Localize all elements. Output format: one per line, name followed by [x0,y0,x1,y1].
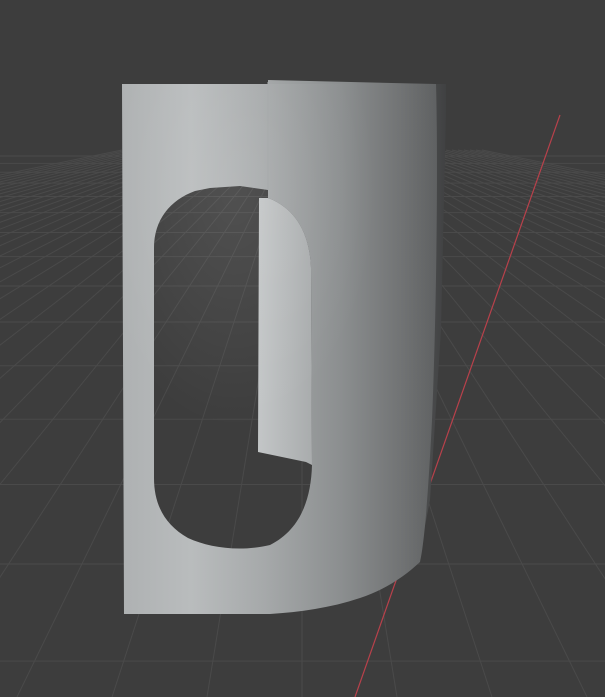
3d-viewport[interactable] [0,0,605,697]
panel-highlight [122,84,442,614]
curved-panel-object[interactable] [122,80,446,614]
